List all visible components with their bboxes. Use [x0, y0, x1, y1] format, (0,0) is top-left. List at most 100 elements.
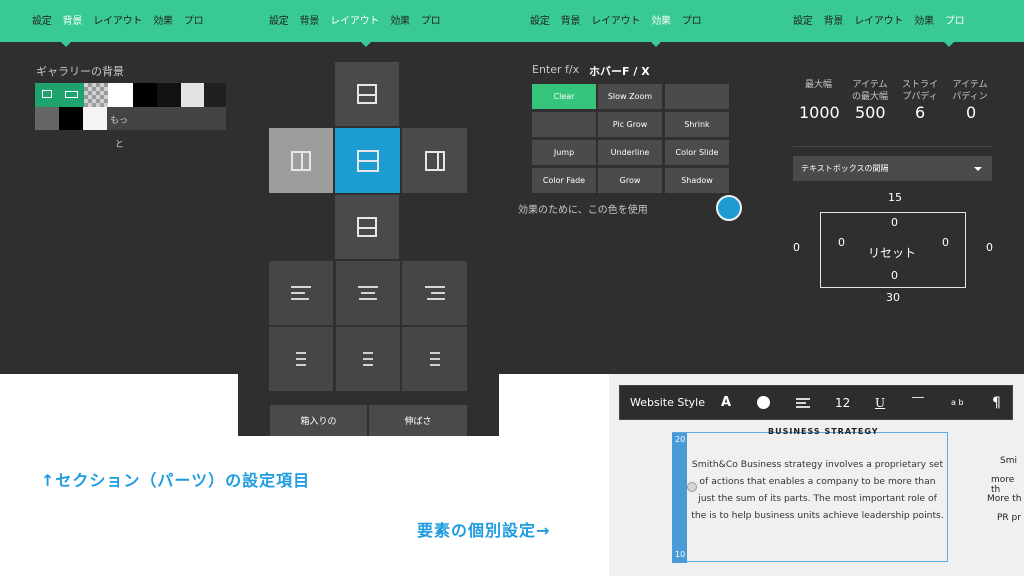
effect-color-slide-button[interactable]: Color Slide	[665, 140, 729, 165]
tab-settings[interactable]: 設定	[32, 12, 52, 27]
layout-right-tile[interactable]	[402, 128, 467, 193]
text-mid-left-icon	[296, 352, 306, 366]
tab-pro[interactable]: プロ	[421, 12, 441, 27]
pro-panel: 設定 背景 レイアウト 効果 プロ 最大幅 アイテム の最大幅 ストライ プパデ…	[762, 0, 1024, 374]
inner-top-value[interactable]: 0	[891, 216, 898, 229]
effect-shrink-button[interactable]: Shrink	[665, 112, 729, 137]
text-align-left-top[interactable]	[269, 261, 333, 325]
inner-left-value[interactable]: 0	[838, 236, 845, 249]
item-max-width-value[interactable]: 500	[855, 103, 886, 122]
spacing-right-value[interactable]: 0	[986, 241, 993, 254]
text-align-center-mid[interactable]	[336, 327, 400, 391]
element-settings-caption: 要素の個別設定→	[417, 521, 551, 540]
gray-swatch[interactable]	[35, 107, 59, 130]
spacing-reset-button[interactable]: リセット	[868, 244, 916, 261]
line-height-icon[interactable]	[912, 397, 924, 398]
tab-effects[interactable]: 効果	[914, 12, 934, 27]
image-bg-button[interactable]	[35, 83, 59, 107]
layout-center-tile[interactable]	[335, 128, 400, 193]
tab-settings[interactable]: 設定	[530, 12, 550, 27]
add-element-icon[interactable]	[687, 482, 697, 492]
website-style-label[interactable]: Website Style	[630, 396, 705, 409]
dark-swatch[interactable]	[157, 83, 181, 107]
tab-settings[interactable]: 設定	[793, 12, 813, 27]
font-size-value[interactable]: 12	[835, 396, 850, 410]
underline-icon[interactable]: U	[875, 396, 885, 410]
tab-effects[interactable]: 効果	[153, 12, 173, 27]
text-align-right-mid[interactable]	[402, 327, 467, 391]
card-bottom-padding-value[interactable]: 10	[675, 550, 685, 559]
layout-bottom-tile[interactable]	[335, 195, 399, 259]
textbox-spacing-dropdown[interactable]: テキストボックスの間隔	[793, 156, 992, 181]
transparent-swatch[interactable]	[84, 83, 108, 107]
black-swatch[interactable]	[133, 83, 157, 107]
effects-panel: 設定 背景 レイアウト 効果 プロ Enter f/x ホバーF / X Cle…	[499, 0, 762, 374]
layout-top-tile[interactable]	[335, 62, 399, 126]
text-align-right-top[interactable]	[402, 261, 467, 325]
item-padding-value[interactable]: 0	[966, 103, 976, 122]
spacing-top-value[interactable]: 15	[888, 191, 902, 204]
effect-color-hint: 効果のために、この色を使用	[518, 205, 648, 216]
effect-pic-grow-button[interactable]: Pic Grow	[598, 112, 662, 137]
more-swatch-strip: もっ	[107, 107, 226, 130]
effect-empty-button-1[interactable]	[665, 84, 729, 109]
spacing-box: 0 0 0 リセット 0	[820, 212, 966, 288]
charcoal-swatch[interactable]	[204, 83, 226, 107]
effect-clear-button[interactable]: Clear	[532, 84, 596, 109]
effect-empty-button-2[interactable]	[532, 112, 596, 137]
tab-background[interactable]: 背景	[63, 12, 83, 27]
effect-grow-button[interactable]: Grow	[598, 168, 662, 193]
right-card-fragment-2: more th	[991, 475, 1015, 495]
item-max-width-header: アイテム の最大幅	[851, 80, 888, 102]
tab-layout[interactable]: レイアウト	[591, 12, 640, 27]
letter-spacing-label[interactable]: a b	[951, 398, 964, 407]
align-bottom-icon	[357, 217, 377, 237]
tab-background[interactable]: 背景	[824, 12, 844, 27]
max-width-value[interactable]: 1000	[799, 103, 840, 122]
white-swatch-2[interactable]	[83, 107, 107, 130]
tab-background[interactable]: 背景	[300, 12, 320, 27]
text-align-left-mid[interactable]	[269, 327, 333, 391]
layout-left-tile[interactable]	[269, 128, 333, 193]
spacing-bottom-value[interactable]: 30	[886, 291, 900, 304]
text-align-icon[interactable]	[796, 398, 810, 408]
tab-pro[interactable]: プロ	[184, 12, 204, 27]
boxed-layout-button[interactable]: 箱入りの	[270, 405, 367, 436]
stripe-padding-header: ストライ プパディ	[901, 80, 938, 102]
tab-settings[interactable]: 設定	[269, 12, 289, 27]
tab-pro[interactable]: プロ	[682, 12, 702, 27]
effect-slow-zoom-button[interactable]: Slow Zoom	[598, 84, 662, 109]
card-top-padding-value[interactable]: 20	[675, 435, 685, 444]
effect-underline-button[interactable]: Underline	[598, 140, 662, 165]
black-swatch-2[interactable]	[59, 107, 83, 130]
tab-pro[interactable]: プロ	[945, 12, 965, 27]
font-icon[interactable]: A	[721, 395, 731, 410]
tab-effects[interactable]: 効果	[651, 12, 671, 27]
stripe-padding-value[interactable]: 6	[915, 103, 925, 122]
effect-color-fade-button[interactable]: Color Fade	[532, 168, 596, 193]
more-text: もっ	[110, 116, 129, 126]
align-top-icon	[357, 84, 377, 104]
effect-jump-button[interactable]: Jump	[532, 140, 596, 165]
tab-effects[interactable]: 効果	[390, 12, 410, 27]
spacing-left-value[interactable]: 0	[793, 241, 800, 254]
color-icon[interactable]	[757, 396, 770, 409]
paragraph-icon[interactable]: ¶	[992, 395, 1001, 411]
card-padding-marker: 20 10	[672, 433, 687, 563]
tab-background[interactable]: 背景	[561, 12, 581, 27]
right-card-fragment-4: PR pr	[997, 513, 1021, 523]
effect-color-picker[interactable]	[716, 195, 742, 221]
white-swatch[interactable]	[108, 83, 133, 107]
light-swatch[interactable]	[181, 83, 204, 107]
tab-layout[interactable]: レイアウト	[93, 12, 142, 27]
tab-layout[interactable]: レイアウト	[854, 12, 903, 27]
background-swatches: もっ	[35, 83, 226, 130]
stretch-layout-button[interactable]: 伸ばさ	[369, 405, 467, 436]
video-bg-button[interactable]	[59, 83, 84, 107]
inner-right-value[interactable]: 0	[942, 236, 949, 249]
effect-shadow-button[interactable]: Shadow	[665, 168, 729, 193]
inner-bottom-value[interactable]: 0	[891, 269, 898, 282]
text-center-icon	[358, 286, 378, 300]
text-align-center-top[interactable]	[336, 261, 400, 325]
tab-layout[interactable]: レイアウト	[330, 12, 379, 27]
